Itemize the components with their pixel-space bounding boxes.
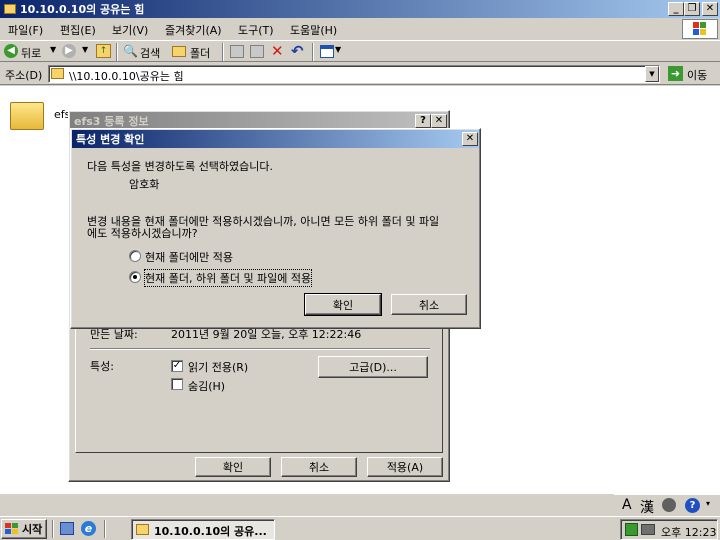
apply-all-label[interactable]: 현재 폴더, 하위 폴더 및 파일에 적용 xyxy=(143,269,313,287)
forward-arrow-icon[interactable]: ▶ xyxy=(62,44,76,58)
language-bar-options-icon[interactable]: ▾ xyxy=(706,499,710,508)
confirm-message: 다음 특성을 변경하도록 선택하였습니다. xyxy=(87,160,274,173)
internet-explorer-icon[interactable]: e xyxy=(81,521,96,536)
menu-file[interactable]: 파일(F) xyxy=(8,22,43,38)
views-dropdown-icon[interactable]: ▼ xyxy=(335,45,341,54)
views-icon[interactable] xyxy=(320,45,334,58)
address-bar: 주소(D) \\10.10.0.10\공유는 힘 ▼ ➜ 이동 xyxy=(0,63,720,85)
toolbar-separator xyxy=(222,43,224,61)
task-label[interactable]: 10.10.0.10의 공유... xyxy=(154,523,267,539)
confirm-cancel-button[interactable]: 취소 xyxy=(391,294,467,315)
properties-help-button[interactable]: ? xyxy=(415,114,431,128)
folders-icon[interactable] xyxy=(172,46,186,57)
search-icon[interactable]: 🔍 xyxy=(123,44,138,58)
confirm-attribute: 암호화 xyxy=(129,178,160,191)
menu-edit[interactable]: 편집(E) xyxy=(60,22,96,38)
properties-close-button[interactable]: ✕ xyxy=(431,114,447,128)
restore-button[interactable]: ❐ xyxy=(684,2,700,16)
attributes-divider xyxy=(90,348,430,350)
back-arrow-icon[interactable]: ◀ xyxy=(4,44,18,58)
properties-apply-button[interactable]: 적용(A) xyxy=(367,457,443,477)
taskbar: 시작 e 10.10.0.10의 공유... 오후 12:23 xyxy=(0,516,720,540)
hidden-checkbox[interactable] xyxy=(171,378,183,390)
delete-icon[interactable]: ✕ xyxy=(271,42,284,60)
quicklaunch-separator xyxy=(52,520,54,538)
input-mode-indicator[interactable]: A xyxy=(622,497,632,513)
go-arrow-icon[interactable]: ➜ xyxy=(668,66,683,81)
apply-all-radio[interactable] xyxy=(129,271,141,283)
taskbar-explorer-task[interactable]: 10.10.0.10의 공유... xyxy=(131,519,275,540)
explorer-title-bar: 10.10.0.10의 공유는 힘 xyxy=(0,0,720,18)
hanja-indicator[interactable]: 漢 xyxy=(640,497,654,517)
readonly-checkbox[interactable]: ✓ xyxy=(171,360,183,372)
standard-toolbar: ◀ 뒤로 ▼ ▶ ▼ ↑ 🔍 검색 폴더 ✕ ↶ ▼ xyxy=(0,40,720,62)
windows-logo-icon xyxy=(682,19,718,39)
folder-only-radio[interactable] xyxy=(129,250,141,262)
forward-dropdown-icon[interactable]: ▼ xyxy=(82,45,88,54)
readonly-label[interactable]: 읽기 전용(R) xyxy=(188,359,248,375)
windows-flag-icon xyxy=(5,523,18,534)
show-desktop-icon[interactable] xyxy=(60,522,74,535)
confirm-close-button[interactable]: ✕ xyxy=(462,132,478,146)
folder-item[interactable] xyxy=(10,98,46,132)
clock: 오후 12:23 xyxy=(661,526,717,539)
keyboard-tray-icon[interactable] xyxy=(641,524,655,535)
network-folder-icon xyxy=(51,68,64,79)
help-icon[interactable]: ? xyxy=(685,498,700,513)
confirm-ok-button[interactable]: 확인 xyxy=(304,293,382,316)
properties-ok-button[interactable]: 확인 xyxy=(195,457,271,477)
ime-pad-icon[interactable] xyxy=(662,498,676,512)
network-tray-icon[interactable] xyxy=(625,523,638,536)
toolbar-separator xyxy=(116,43,118,61)
address-value: \\10.10.0.10\공유는 힘 xyxy=(69,70,184,83)
properties-title: efs3 등록 정보 xyxy=(74,115,149,128)
menu-tools[interactable]: 도구(T) xyxy=(238,22,274,38)
advanced-button[interactable]: 고급(D)... xyxy=(318,356,428,378)
folder-icon xyxy=(10,102,44,130)
system-tray: 오후 12:23 xyxy=(620,519,718,540)
up-folder-icon[interactable]: ↑ xyxy=(96,44,111,58)
search-button-label[interactable]: 검색 xyxy=(140,45,160,61)
attributes-label: 특성: xyxy=(90,360,114,373)
toolbar-separator xyxy=(312,43,314,61)
address-dropdown-button[interactable]: ▼ xyxy=(645,66,659,82)
folders-button-label[interactable]: 폴더 xyxy=(190,45,210,61)
hidden-label[interactable]: 숨김(H) xyxy=(188,378,225,394)
menu-bar: 파일(F) 편집(E) 보기(V) 즐겨찾기(A) 도구(T) 도움말(H) xyxy=(0,18,720,38)
confirm-dialog: 특성 변경 확인 ✕ 다음 특성을 변경하도록 선택하였습니다. 암호화 변경 … xyxy=(70,128,481,329)
confirm-title: 특성 변경 확인 xyxy=(76,133,145,146)
folder-only-label[interactable]: 현재 폴더에만 적용 xyxy=(145,249,233,265)
menu-view[interactable]: 보기(V) xyxy=(112,22,148,38)
confirm-title-bar: 특성 변경 확인 xyxy=(72,130,479,148)
minimize-button[interactable]: _ xyxy=(668,2,684,16)
properties-cancel-button[interactable]: 취소 xyxy=(281,457,357,477)
menu-favorites[interactable]: 즐겨찾기(A) xyxy=(165,22,222,38)
close-button[interactable]: ✕ xyxy=(702,2,718,16)
back-dropdown-icon[interactable]: ▼ xyxy=(50,45,56,54)
quicklaunch-separator xyxy=(104,520,106,538)
start-button[interactable]: 시작 xyxy=(1,519,47,539)
undo-icon[interactable]: ↶ xyxy=(291,42,304,60)
language-bar: A 漢 ? ▾ xyxy=(614,494,720,516)
task-folder-icon xyxy=(136,524,149,535)
window-title: 10.10.0.10의 공유는 힘 xyxy=(20,3,145,16)
address-label: 주소(D) xyxy=(5,69,43,82)
confirm-question-line2: 에도 적용하시겠습니까? xyxy=(87,227,198,240)
address-input[interactable]: \\10.10.0.10\공유는 힘 ▼ xyxy=(48,65,660,83)
copy-to-icon[interactable] xyxy=(250,45,264,58)
move-to-icon[interactable] xyxy=(230,45,244,58)
folder-icon xyxy=(4,4,16,14)
menu-help[interactable]: 도움말(H) xyxy=(290,22,337,38)
back-button-label[interactable]: 뒤로 xyxy=(21,45,41,61)
go-button-label[interactable]: 이동 xyxy=(687,67,707,83)
start-label[interactable]: 시작 xyxy=(22,521,42,537)
